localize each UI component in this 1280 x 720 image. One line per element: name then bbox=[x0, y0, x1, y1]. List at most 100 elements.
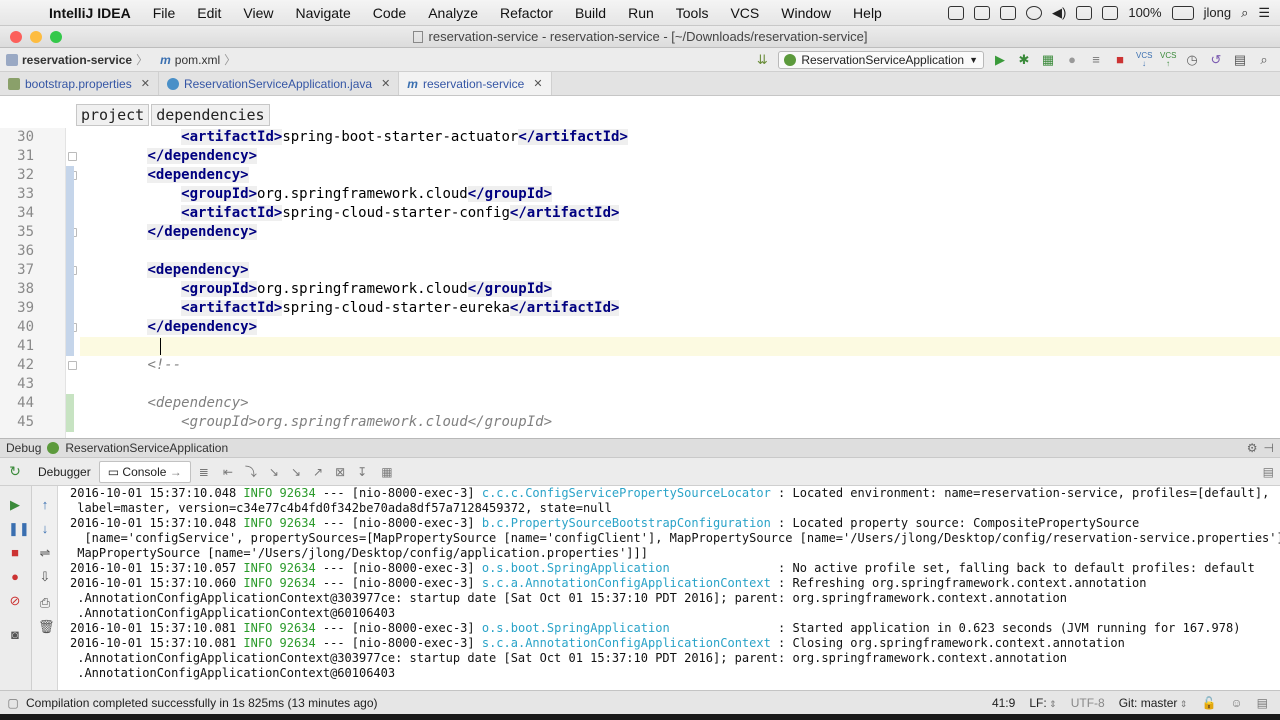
path-tag-dependencies[interactable]: dependencies bbox=[151, 104, 270, 126]
git-branch[interactable]: Git: master ⇕ bbox=[1119, 696, 1188, 710]
line-number: 32 bbox=[17, 167, 34, 183]
tab-bootstrap-properties[interactable]: bootstrap.properties ✕ bbox=[0, 72, 159, 95]
history-icon[interactable]: ◷ bbox=[1184, 52, 1200, 68]
menu-window[interactable]: Window bbox=[770, 5, 842, 21]
vcs-change-marker[interactable] bbox=[66, 394, 74, 432]
menu-refactor[interactable]: Refactor bbox=[489, 5, 564, 21]
menu-tools[interactable]: Tools bbox=[665, 5, 720, 21]
menu-file[interactable]: File bbox=[142, 5, 187, 21]
step-out-icon[interactable]: ↗ bbox=[313, 465, 323, 479]
menu-vcs[interactable]: VCS bbox=[719, 5, 770, 21]
step-over-icon[interactable]: ⤵ bbox=[245, 463, 257, 480]
close-icon[interactable]: ✕ bbox=[141, 77, 150, 90]
console-options-icon[interactable]: ≣ bbox=[199, 465, 209, 479]
status-icon[interactable] bbox=[948, 5, 965, 20]
menu-navigate[interactable]: Navigate bbox=[284, 5, 361, 21]
project-structure-icon[interactable]: ▤ bbox=[1232, 52, 1248, 68]
toolwindows-icon[interactable]: ▢ bbox=[0, 696, 26, 710]
path-tag-project[interactable]: project bbox=[76, 104, 150, 126]
hide-icon[interactable]: ⊣ bbox=[1264, 441, 1280, 455]
console-output[interactable]: 2016-10-01 15:37:10.048 INFO 92634 --- [… bbox=[58, 486, 1280, 690]
run-config-select[interactable]: ReservationServiceApplication ▼ bbox=[778, 50, 984, 69]
force-step-into-icon[interactable]: ↘ bbox=[291, 465, 301, 479]
run-to-cursor-icon[interactable]: ↧ bbox=[357, 465, 367, 479]
show-execution-point-icon[interactable]: ⇤ bbox=[223, 465, 233, 479]
console-icon: ▭ bbox=[107, 464, 120, 479]
fold-marker[interactable] bbox=[68, 361, 77, 370]
clear-all-icon[interactable]: 🗑 bbox=[38, 620, 55, 634]
settings-gear-icon[interactable]: ⚙ bbox=[1247, 441, 1258, 455]
breadcrumb-file[interactable]: m pom.xml 〉 bbox=[154, 51, 242, 68]
menu-run[interactable]: Run bbox=[617, 5, 665, 21]
calendar-icon[interactable] bbox=[1102, 5, 1119, 20]
search-everywhere-icon[interactable]: ⌕ bbox=[1256, 52, 1272, 68]
debug-icon[interactable]: ✱ bbox=[1016, 52, 1032, 68]
vcs-change-marker[interactable] bbox=[66, 261, 74, 356]
resume-icon[interactable]: ▶ bbox=[8, 498, 22, 512]
zoom-window-button[interactable] bbox=[50, 31, 62, 43]
build-icon[interactable]: ⇊ bbox=[754, 52, 770, 68]
update-icon[interactable]: ≡ bbox=[1088, 52, 1104, 68]
run-icon[interactable]: ▶ bbox=[992, 52, 1008, 68]
close-window-button[interactable] bbox=[10, 31, 22, 43]
close-icon[interactable]: ✕ bbox=[381, 77, 390, 90]
restore-layout-icon[interactable]: ▤ bbox=[1263, 465, 1274, 479]
user-name[interactable]: jlong bbox=[1204, 5, 1231, 20]
code-editor[interactable]: project dependencies 30 31 32 33 34 35 36 37 38 3… bbox=[0, 96, 1280, 438]
scroll-to-end-icon[interactable]: ⇩ bbox=[38, 570, 52, 584]
rerun-icon[interactable]: ↻ bbox=[0, 463, 30, 480]
event-log-icon[interactable]: ▤ bbox=[1257, 696, 1268, 710]
menu-build[interactable]: Build bbox=[564, 5, 617, 21]
stop-icon[interactable]: ■ bbox=[8, 546, 22, 560]
hector-icon[interactable]: ☺ bbox=[1230, 696, 1242, 710]
pause-icon[interactable]: ❚❚ bbox=[8, 522, 30, 536]
accessibility-icon[interactable] bbox=[1026, 5, 1043, 20]
menu-analyze[interactable]: Analyze bbox=[417, 5, 489, 21]
file-encoding[interactable]: UTF-8 bbox=[1071, 696, 1105, 710]
menu-list-icon[interactable]: ☰ bbox=[1258, 5, 1270, 21]
grid-icon[interactable] bbox=[1000, 5, 1017, 20]
evaluate-icon[interactable]: ▦ bbox=[381, 465, 392, 479]
properties-file-icon bbox=[8, 77, 20, 90]
camera-icon[interactable]: ◙ bbox=[8, 628, 22, 642]
search-icon[interactable]: ⌕ bbox=[1241, 5, 1248, 21]
vcs-update-icon[interactable]: VCS ↓ bbox=[1136, 51, 1152, 68]
document-icon bbox=[412, 30, 423, 43]
soft-wrap-icon[interactable]: ⇌ bbox=[38, 546, 52, 560]
tab-console[interactable]: ▭ Console → bbox=[98, 460, 191, 483]
tab-application-java[interactable]: ReservationServiceApplication.java ✕ bbox=[159, 72, 400, 95]
tab-debugger[interactable]: Debugger bbox=[30, 462, 99, 482]
tab-pom[interactable]: m reservation-service ✕ bbox=[399, 72, 552, 95]
menu-help[interactable]: Help bbox=[842, 5, 893, 21]
lock-icon[interactable]: 🔓 bbox=[1201, 696, 1216, 710]
debug-config-label[interactable]: ReservationServiceApplication bbox=[65, 441, 228, 455]
battery-icon[interactable] bbox=[1171, 5, 1194, 20]
profile-icon[interactable]: ● bbox=[1064, 52, 1080, 68]
drop-frame-icon[interactable]: ⊠ bbox=[335, 465, 345, 479]
scroll-down-icon[interactable]: ↓ bbox=[38, 522, 52, 536]
print-icon[interactable]: ⎙ bbox=[38, 596, 52, 610]
caret-position[interactable]: 41:9 bbox=[992, 696, 1015, 710]
step-into-icon[interactable]: ↘ bbox=[269, 465, 279, 479]
vcs-commit-icon[interactable]: VCS ↑ bbox=[1160, 51, 1176, 68]
wifi-icon[interactable] bbox=[1076, 5, 1093, 20]
menu-code[interactable]: Code bbox=[362, 5, 417, 21]
mute-breakpoints-icon[interactable]: ⊘ bbox=[8, 594, 22, 608]
view-breakpoints-icon[interactable]: ● bbox=[8, 570, 22, 584]
app-menu[interactable]: IntelliJ IDEA bbox=[38, 5, 142, 21]
fold-marker[interactable] bbox=[68, 152, 77, 161]
minimize-window-button[interactable] bbox=[30, 31, 42, 43]
line-gutter[interactable]: 30 31 32 33 34 35 36 37 38 39 40 41 42 43 44 45 bbox=[0, 128, 66, 438]
navigation-toolbar: reservation-service 〉 m pom.xml 〉 ⇊ Reserv… bbox=[0, 48, 1280, 72]
volume-icon[interactable]: ◀) bbox=[1052, 5, 1066, 21]
stop-icon[interactable]: ■ bbox=[1112, 52, 1128, 68]
line-separator[interactable]: LF: ⇕ bbox=[1029, 696, 1056, 710]
close-icon[interactable]: ✕ bbox=[533, 77, 542, 90]
menu-edit[interactable]: Edit bbox=[186, 5, 232, 21]
scroll-up-icon[interactable]: ↑ bbox=[38, 498, 52, 512]
breadcrumb-project[interactable]: reservation-service 〉 bbox=[0, 51, 154, 68]
revert-icon[interactable]: ↺ bbox=[1208, 52, 1224, 68]
menu-view[interactable]: View bbox=[232, 5, 284, 21]
coverage-icon[interactable]: ▦ bbox=[1040, 52, 1056, 68]
drive-icon[interactable] bbox=[974, 5, 991, 20]
